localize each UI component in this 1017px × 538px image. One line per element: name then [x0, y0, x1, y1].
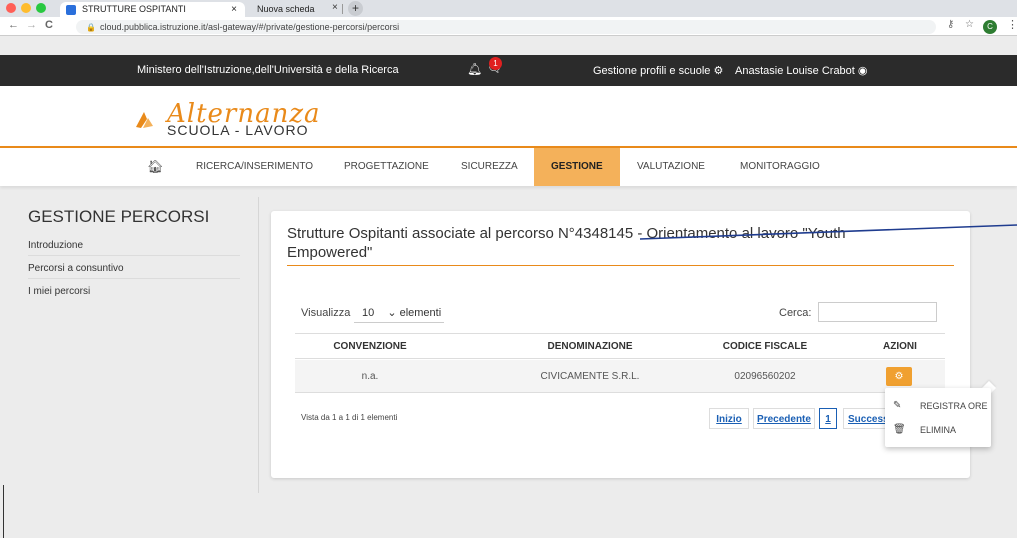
content-card: Strutture Ospitanti associate al percors… — [271, 211, 970, 478]
user-circle-icon: ◉ — [857, 65, 868, 77]
favicon-icon — [66, 5, 76, 15]
col-codice-fiscale[interactable]: CODICE FISCALE — [705, 334, 825, 360]
col-azioni: AZIONI — [883, 341, 917, 352]
col-denominazione[interactable]: DENOMINAZIONE — [515, 334, 665, 360]
ministry-name: Ministero dell'Istruzione,dell'Universit… — [137, 64, 399, 76]
logo-band: Alternanza SCUOLA - LAVORO — [0, 86, 1017, 146]
sidebar-divider — [258, 197, 259, 493]
tab-label: Nuova scheda — [257, 4, 315, 14]
edit-icon: ✎ — [893, 400, 902, 411]
tab-label: STRUTTURE OSPITANTI — [82, 4, 186, 14]
sidebar-title: GESTIONE PERCORSI — [28, 207, 210, 226]
back-arrow-icon[interactable]: ← — [8, 19, 19, 31]
search-input[interactable] — [818, 302, 937, 322]
gear-icon: ⚙ — [894, 371, 904, 382]
nav-monitoraggio[interactable]: MONITORAGGIO — [740, 148, 820, 186]
cell-codice-fiscale: 02096560202 — [734, 371, 796, 382]
tab-close-icon[interactable]: × — [231, 2, 237, 17]
sidebar-item-introduzione[interactable]: Introduzione — [28, 236, 240, 256]
notification-badge: 1 — [489, 57, 502, 70]
browser-menu-icon[interactable]: ⋮ — [1007, 18, 1017, 31]
forward-arrow-icon[interactable]: → — [26, 19, 37, 31]
table-header: CONVENZIONE DENOMINAZIONE CODICE FISCALE… — [295, 333, 945, 359]
close-window-button[interactable] — [6, 3, 16, 13]
table-row: n.a. CIVICAMENTE S.R.L. 02096560202 ⚙ — [295, 360, 945, 393]
elimina-item[interactable]: 🗑︎ ELIMINA — [885, 419, 991, 441]
tab-nuova-scheda[interactable]: Nuova scheda — [249, 2, 329, 17]
nav-valutazione[interactable]: VALUTAZIONE — [637, 148, 705, 186]
pager-previous[interactable]: Precedente — [753, 408, 815, 429]
minimize-window-button[interactable] — [21, 3, 31, 13]
logo-icon — [136, 112, 153, 128]
row-actions-button[interactable]: ⚙ — [886, 367, 912, 386]
trash-icon: 🗑︎ — [893, 424, 906, 435]
pager-first[interactable]: Inizio — [709, 408, 749, 429]
user-menu[interactable]: Anastasie Louise Crabot ◉ — [735, 64, 868, 77]
page-size-value: 10 — [362, 307, 375, 319]
page-size-suffix: elementi — [399, 307, 442, 319]
main-nav: 🏠︎ RICERCA/INSERIMENTO PROGETTAZIONE SIC… — [0, 146, 1017, 186]
logo-subtitle: SCUOLA - LAVORO — [167, 122, 309, 138]
tab-separator — [342, 4, 343, 14]
tab-close-icon[interactable]: × — [332, 2, 338, 13]
pager-page-1[interactable]: 1 — [819, 408, 837, 429]
new-tab-button[interactable]: + — [348, 1, 363, 16]
cell-denominazione: CIVICAMENTE S.R.L. — [540, 371, 640, 382]
site-topbar: Ministero dell'Istruzione,dell'Universit… — [0, 55, 1017, 86]
url-text: cloud.pubblica.istruzione.it/asl-gateway… — [99, 22, 400, 32]
profiles-link[interactable]: Gestione profili e scuole ⚙ — [593, 64, 723, 77]
lock-icon: 🔒 — [86, 23, 96, 32]
chevron-down-icon: ⌄ — [387, 307, 397, 319]
tab-strutture-ospitanti[interactable]: STRUTTURE OSPITANTI × — [60, 2, 245, 17]
sidebar-item-percorsi-consuntivo[interactable]: Percorsi a consuntivo — [28, 259, 240, 279]
title-underline — [287, 265, 954, 266]
maximize-window-button[interactable] — [36, 3, 46, 13]
actions-dropdown: ✎ REGISTRA ORE 🗑︎ ELIMINA — [885, 388, 991, 447]
table-info: Vista da 1 a 1 di 1 elementi — [301, 413, 398, 422]
star-icon[interactable]: ☆ — [965, 19, 974, 30]
browser-tabbar: STRUTTURE OSPITANTI × Nuova scheda × + — [0, 0, 1017, 17]
reload-icon[interactable]: C — [45, 19, 53, 31]
nav-progettazione[interactable]: PROGETTAZIONE — [344, 148, 429, 186]
registra-ore-item[interactable]: ✎ REGISTRA ORE — [885, 395, 991, 417]
home-icon[interactable]: 🏠︎ — [147, 159, 164, 175]
address-bar: ← → C 🔒 cloud.pubblica.istruzione.it/asl-… — [0, 17, 1017, 36]
search-label: Cerca: — [779, 307, 812, 319]
show-label: Visualizza — [301, 307, 351, 319]
nav-sicurezza[interactable]: SICUREZZA — [461, 148, 518, 186]
elimina-label: ELIMINA — [920, 425, 957, 435]
window-edge — [3, 485, 4, 538]
bell-icon[interactable]: 🔔︎ — [467, 62, 482, 76]
nav-ricerca-inserimento[interactable]: RICERCA/INSERIMENTO — [196, 148, 313, 186]
pager-next[interactable]: Successi — [843, 408, 889, 429]
key-icon[interactable]: ⚷ — [947, 19, 954, 30]
profile-avatar[interactable]: C — [983, 20, 997, 34]
url-field[interactable]: 🔒 cloud.pubblica.istruzione.it/asl-gatewa… — [76, 20, 936, 34]
sidebar-item-miei-percorsi[interactable]: I miei percorsi — [28, 282, 240, 302]
nav-gestione[interactable]: GESTIONE — [534, 148, 620, 186]
page-size-select[interactable]: 10 ⌄ elementi — [354, 303, 444, 323]
gear-icon: ⚙ — [713, 65, 724, 77]
page-title: Strutture Ospitanti associate al percors… — [287, 225, 846, 261]
registra-ore-label: REGISTRA ORE — [920, 401, 988, 411]
col-convenzione[interactable]: CONVENZIONE — [315, 334, 425, 360]
cell-convenzione: n.a. — [361, 371, 379, 382]
